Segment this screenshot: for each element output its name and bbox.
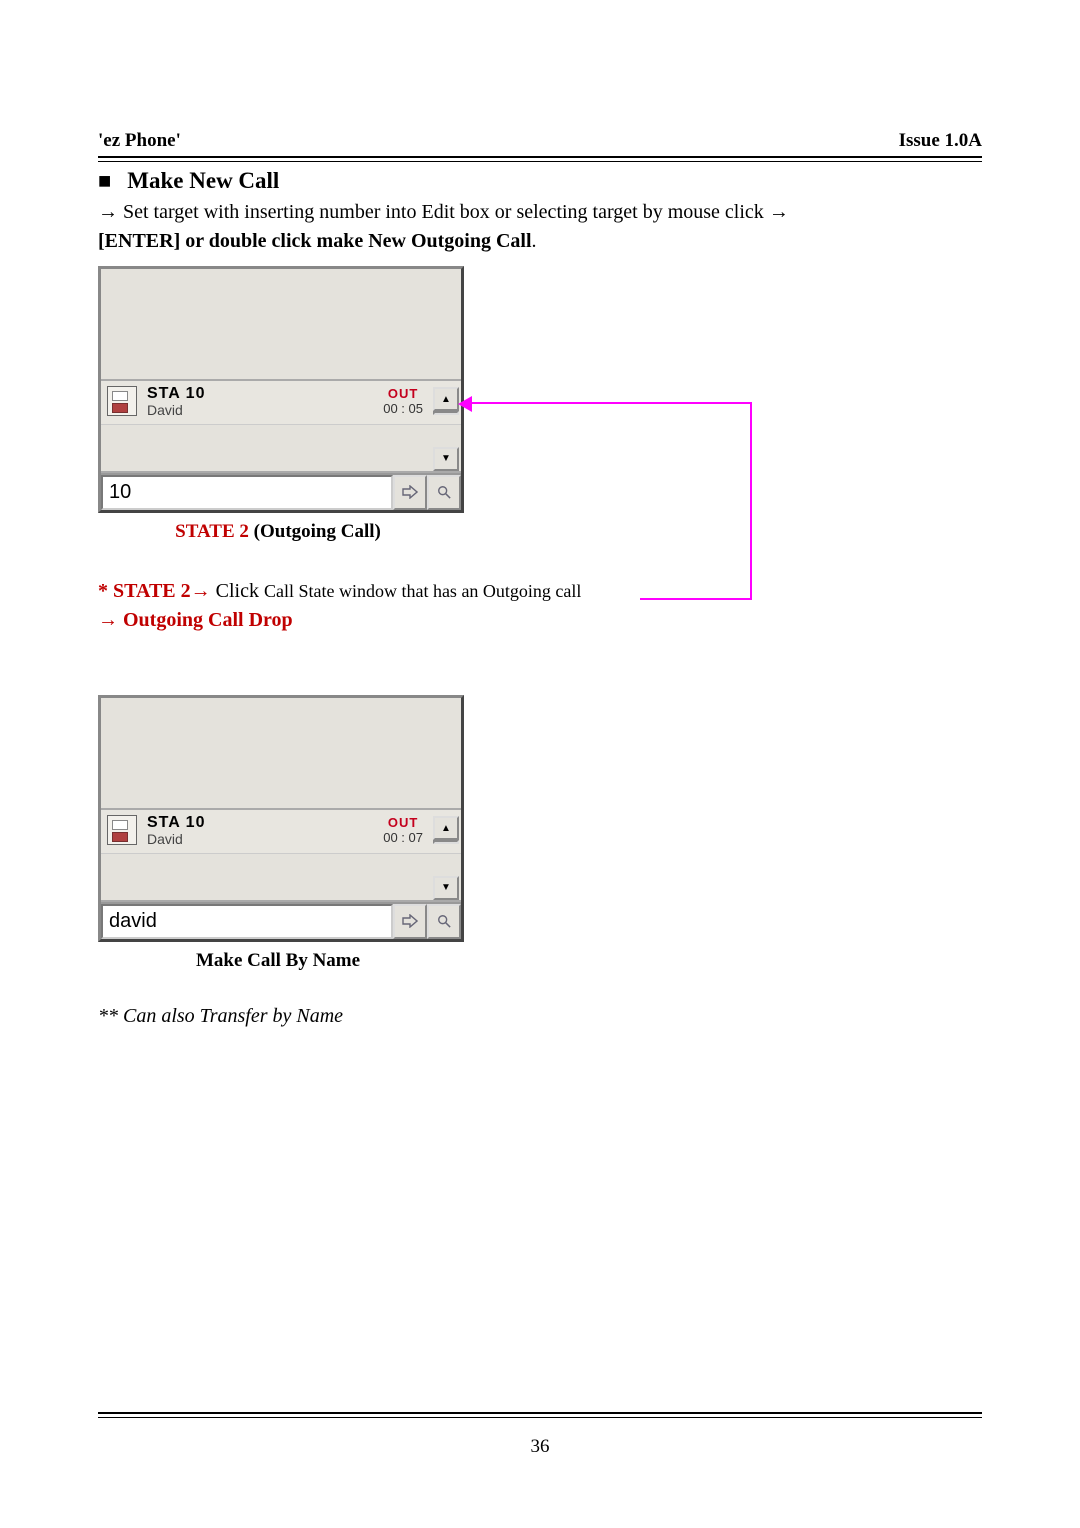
scroll-down-button[interactable]: ▼ xyxy=(433,447,459,471)
header-rule xyxy=(98,156,982,162)
panel1-caption: STATE 2 (Outgoing Call) xyxy=(98,521,458,543)
call-state-panel: STA 10 David OUT 00 : 05 ▲ ▼ xyxy=(98,266,464,513)
header-left: 'ez Phone' xyxy=(98,130,181,152)
transfer-note: ** Can also Transfer by Name xyxy=(98,1002,982,1031)
drop-instruction: → Outgoing Call Drop xyxy=(98,606,982,635)
go-button[interactable] xyxy=(393,904,427,939)
search-button[interactable] xyxy=(427,904,461,939)
call-row[interactable]: STA 10 David OUT 00 : 05 ▲ xyxy=(101,381,461,425)
panel2-caption: Make Call By Name xyxy=(98,950,458,972)
section-title: Make New Call xyxy=(127,168,279,194)
footer-rule xyxy=(98,1412,982,1418)
header-right: Issue 1.0A xyxy=(899,130,982,152)
scroll-down-button[interactable]: ▼ xyxy=(433,876,459,900)
annotation-arrowhead-icon xyxy=(458,396,472,412)
call-state-panel-2: STA 10 David OUT 00 : 07 ▲ ▼ xyxy=(98,695,464,942)
station-icon xyxy=(107,815,137,845)
dial-input[interactable]: 10 xyxy=(101,475,393,510)
out-badge: OUT xyxy=(383,815,423,830)
go-button[interactable] xyxy=(393,475,427,510)
out-badge: OUT xyxy=(383,386,423,401)
go-arrow-icon xyxy=(402,914,418,928)
station-label: STA 10 xyxy=(147,814,205,832)
arrow-icon: → xyxy=(769,201,789,223)
go-arrow-icon xyxy=(402,485,418,499)
instruction-paragraph: → Set target with inserting number into … xyxy=(98,198,982,256)
scroll-track[interactable] xyxy=(433,840,459,844)
panel-blank-area xyxy=(101,698,461,810)
scroll-up-button[interactable]: ▲ xyxy=(433,816,459,840)
call-timer: 00 : 07 xyxy=(383,830,423,845)
call-timer: 00 : 05 xyxy=(383,401,423,416)
search-icon xyxy=(436,485,452,499)
caller-name: David xyxy=(147,403,205,418)
panel-blank-area xyxy=(101,269,461,381)
search-icon xyxy=(436,914,452,928)
section-bullet-icon: ■ xyxy=(98,168,111,194)
annotation-line xyxy=(472,402,752,404)
station-icon xyxy=(107,386,137,416)
search-button[interactable] xyxy=(427,475,461,510)
caller-name: David xyxy=(147,832,205,847)
arrow-icon: → xyxy=(98,201,118,223)
station-label: STA 10 xyxy=(147,385,205,403)
enter-instruction: [ENTER] or double click make New Outgoin… xyxy=(98,230,532,252)
page-number: 36 xyxy=(0,1436,1080,1458)
call-row[interactable]: STA 10 David OUT 00 : 07 ▲ xyxy=(101,810,461,854)
state2-instruction: * STATE 2→ Click Call State window that … xyxy=(98,577,982,606)
dial-input[interactable]: david xyxy=(101,904,393,939)
scroll-up-button[interactable]: ▲ xyxy=(433,387,459,411)
scroll-track[interactable] xyxy=(433,411,459,415)
